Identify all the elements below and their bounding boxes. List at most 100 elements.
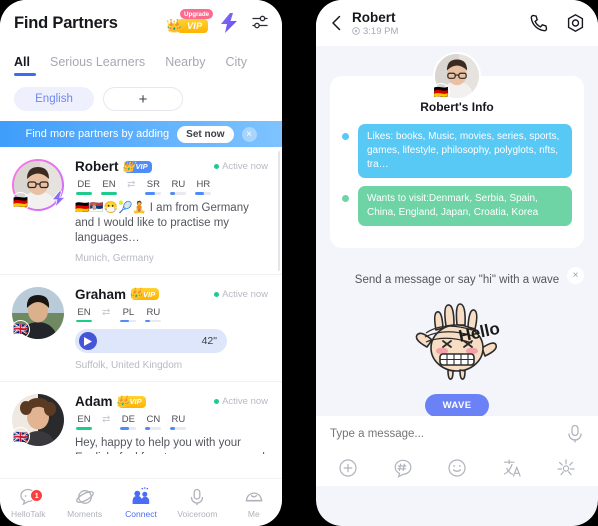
language-level-bar bbox=[170, 192, 187, 195]
tab-serious-learners[interactable]: Serious Learners bbox=[50, 55, 145, 76]
add-languages-banner: Find more partners by adding Set now × bbox=[0, 121, 282, 147]
vip-upgrade-button[interactable]: Upgrade 👑 VIP bbox=[164, 9, 214, 36]
status-badge: Active now bbox=[214, 396, 268, 407]
unread-badge: 1 bbox=[30, 488, 44, 502]
back-chevron-icon[interactable] bbox=[326, 12, 348, 34]
language-level-bar bbox=[120, 319, 137, 322]
nav-label: Me bbox=[247, 508, 260, 519]
add-language-chip[interactable]: + bbox=[103, 87, 183, 111]
language-level-bar bbox=[76, 192, 92, 195]
list-item-body: Adam VIP Active now EN ⇄ bbox=[75, 394, 268, 454]
close-icon[interactable]: × bbox=[567, 267, 584, 284]
language-learning: RU bbox=[169, 414, 187, 430]
people-icon bbox=[131, 486, 151, 507]
emoji-smiley-icon[interactable] bbox=[447, 458, 467, 478]
language-level-bar bbox=[76, 427, 92, 430]
partner-location: Munich, Germany bbox=[75, 252, 154, 264]
list-item[interactable]: 🇬🇧 Graham VIP Active now EN bbox=[0, 275, 282, 382]
chat-body: 🇩🇪 Robert's Info Likes: books, Music, mo… bbox=[316, 52, 598, 486]
partner-bio: 🇩🇪🇷🇸😷🎾🧘 I am from Germany and I would li… bbox=[75, 201, 249, 244]
status-badge: Active now bbox=[214, 161, 268, 172]
nav-item-moments[interactable]: Moments bbox=[56, 479, 112, 526]
language-code: EN bbox=[102, 179, 116, 190]
status-badge: Active now bbox=[214, 289, 268, 300]
language-code: RU bbox=[146, 306, 161, 318]
language-code: DE bbox=[121, 414, 135, 425]
language-level-bar bbox=[145, 192, 162, 195]
location-pin-icon bbox=[352, 27, 360, 35]
partner-info-card: 🇩🇪 Robert's Info Likes: books, Music, mo… bbox=[330, 52, 584, 248]
chat-partner-name: Robert bbox=[352, 9, 396, 25]
country-flag-badge: 🇩🇪 bbox=[11, 192, 30, 211]
tab-city[interactable]: City bbox=[225, 55, 247, 76]
status-text: Active now bbox=[222, 288, 268, 300]
phone-call-icon[interactable] bbox=[528, 13, 549, 34]
bullet-icon bbox=[342, 195, 349, 202]
chip-language-english[interactable]: English bbox=[14, 87, 94, 111]
language-code: DE bbox=[77, 179, 91, 190]
info-row-likes: Likes: books, Music, movies, series, spo… bbox=[342, 124, 572, 178]
partner-name: Adam bbox=[75, 394, 113, 409]
scrollbar[interactable] bbox=[278, 151, 280, 271]
play-icon[interactable] bbox=[79, 332, 97, 350]
wave-button[interactable]: WAVE bbox=[425, 394, 489, 417]
microphone-icon bbox=[187, 487, 207, 507]
language-level-bar bbox=[120, 427, 137, 430]
wave-prompt-text: Send a message or say "hi" with a wave bbox=[354, 274, 560, 286]
nav-item-me[interactable]: Me bbox=[226, 479, 282, 526]
filter-icon[interactable] bbox=[250, 12, 272, 34]
online-dot-icon bbox=[214, 291, 220, 297]
nav-item-voiceroom[interactable]: Voiceroom bbox=[169, 479, 225, 526]
avatar[interactable]: 🇬🇧 bbox=[11, 286, 64, 339]
list-item-header: Adam VIP Active now bbox=[75, 394, 268, 409]
bullet-icon bbox=[342, 133, 349, 140]
bolt-icon bbox=[50, 191, 66, 207]
translate-icon[interactable] bbox=[502, 458, 522, 478]
tab-nearby[interactable]: Nearby bbox=[165, 55, 205, 76]
avatar[interactable]: 🇬🇧 bbox=[11, 394, 64, 446]
set-now-button[interactable]: Set now bbox=[177, 125, 234, 143]
partner-bio: Hey, happy to help you with your English… bbox=[75, 436, 265, 455]
tab-all[interactable]: All bbox=[14, 55, 36, 76]
language-code: EN bbox=[77, 414, 91, 425]
partner-list[interactable]: 🇩🇪 Robert VIP Active now bbox=[0, 147, 282, 454]
language-learning: CN bbox=[144, 414, 162, 430]
avatar[interactable]: 🇩🇪 bbox=[11, 159, 66, 211]
language-learning: DE bbox=[119, 414, 137, 430]
hashtag-bubble-icon[interactable] bbox=[393, 458, 413, 478]
language-row: EN ⇄ DE CN RU bbox=[75, 414, 268, 430]
partner-location: Suffolk, United Kingdom bbox=[75, 360, 183, 371]
list-item[interactable]: 🇩🇪 Robert VIP Active now bbox=[0, 147, 282, 275]
list-item-body: Robert VIP Active now DE EN bbox=[75, 159, 268, 264]
list-item[interactable]: 🇬🇧 Adam VIP Active now EN bbox=[0, 382, 282, 454]
microphone-icon[interactable] bbox=[566, 424, 584, 444]
close-icon[interactable]: × bbox=[241, 126, 257, 142]
list-item-body: Graham VIP Active now EN ⇄ bbox=[75, 287, 268, 371]
message-input[interactable] bbox=[330, 428, 566, 440]
settings-gear-icon[interactable] bbox=[565, 13, 586, 34]
chat-header: Robert 3:19 PM bbox=[316, 0, 598, 46]
time-text: 3:19 PM bbox=[363, 25, 399, 37]
bolt-icon[interactable] bbox=[218, 10, 240, 36]
language-code: PL bbox=[122, 306, 135, 318]
chat-icon: 1 bbox=[18, 487, 44, 507]
language-native: EN bbox=[100, 179, 118, 195]
status-text: Active now bbox=[222, 161, 268, 172]
sparkle-icon[interactable] bbox=[556, 458, 576, 478]
voice-duration: 42" bbox=[201, 335, 217, 347]
plus-circle-icon[interactable] bbox=[338, 458, 358, 478]
nav-item-hellotalk[interactable]: 1 HelloTalk bbox=[0, 479, 56, 526]
profile-icon bbox=[244, 487, 264, 507]
language-learning: RU bbox=[144, 306, 162, 322]
info-visit-text: Wants to visit:Denmark, Serbia, Spain, C… bbox=[358, 186, 572, 226]
voice-message-bubble[interactable]: 42" bbox=[75, 329, 227, 353]
upgrade-tag: Upgrade bbox=[180, 9, 214, 20]
find-partners-header: Find Partners Upgrade 👑 VIP bbox=[0, 0, 282, 46]
language-level-bar bbox=[145, 319, 162, 322]
avatar[interactable]: 🇩🇪 bbox=[432, 52, 481, 101]
info-likes-text: Likes: books, Music, movies, series, spo… bbox=[358, 124, 572, 178]
bottom-navigation: 1 HelloTalk Moments Connect Voiceroom Me bbox=[0, 478, 282, 526]
planet-icon bbox=[75, 487, 95, 507]
vip-badge: VIP bbox=[116, 395, 146, 408]
nav-item-connect[interactable]: Connect bbox=[113, 479, 169, 526]
